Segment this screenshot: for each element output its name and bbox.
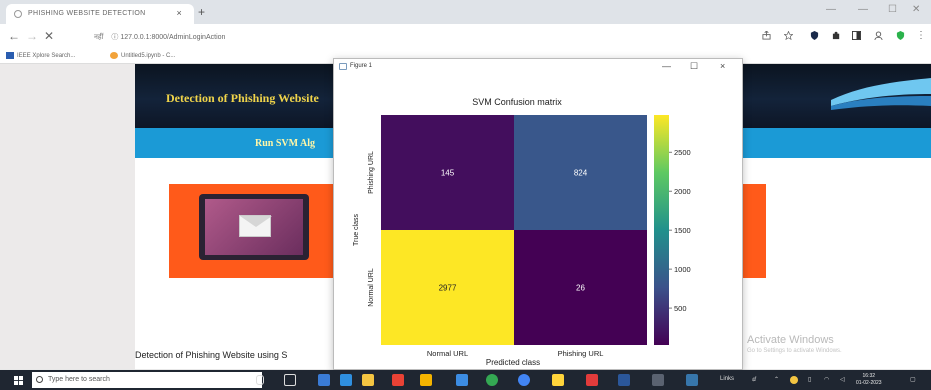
menu-dots-icon[interactable]: ⋮ xyxy=(916,30,926,41)
browser-tab-strip: PHISHING WEBSITE DETECTION × + — — ☐ ✕ xyxy=(0,0,931,24)
app-icon[interactable] xyxy=(586,374,598,386)
wifi-icon[interactable]: ◠ xyxy=(824,376,829,383)
y-tick-label: Phishing URL xyxy=(368,151,375,194)
site-title: Detection of Phishing Website xyxy=(166,91,319,105)
maximize-window-icon[interactable]: ☐ xyxy=(888,4,897,15)
activate-windows-subtitle: Go to Settings to activate Windows. xyxy=(747,348,842,354)
notification-icon[interactable]: ▢ xyxy=(910,376,916,383)
shield-extension-icon[interactable] xyxy=(810,31,819,40)
app-icon[interactable] xyxy=(552,374,564,386)
edge-icon[interactable] xyxy=(340,374,352,386)
sidebar-icon[interactable] xyxy=(852,31,861,40)
search-icon xyxy=(36,376,43,383)
colorbar-tick-label: 2000 xyxy=(674,187,691,196)
restore-window-icon[interactable]: — xyxy=(858,4,868,15)
chrome-icon[interactable] xyxy=(486,374,498,386)
banner-swoosh-graphic xyxy=(831,78,931,110)
chrome-icon[interactable] xyxy=(518,374,530,386)
colorbar-tick-label: 2500 xyxy=(674,148,691,157)
browser-tab[interactable]: PHISHING WEBSITE DETECTION × xyxy=(6,4,194,24)
bookmark-label: IEEE Xplore Search... xyxy=(17,53,76,60)
hero-image-edge xyxy=(742,184,766,278)
windows-start-icon[interactable] xyxy=(14,376,23,385)
bookmark-star-icon[interactable] xyxy=(784,31,793,40)
clock-time: 16:32 xyxy=(862,373,876,379)
page-footer-text: Detection of Phishing Website using S xyxy=(135,350,288,360)
info-icon: ⓘ xyxy=(111,34,121,41)
app-icon[interactable] xyxy=(618,374,630,386)
windows-taskbar: Type here to search Links ⅆ ⌃ ▯ ◠ ◁ 16:3… xyxy=(0,370,931,390)
bookmark-ieee[interactable]: IEEE Xplore Search... xyxy=(6,52,75,59)
stop-icon[interactable]: ✕ xyxy=(44,29,54,43)
run-svm-link[interactable]: Run SVM Alg xyxy=(255,138,315,149)
tab-title: PHISHING WEBSITE DETECTION xyxy=(28,10,146,17)
tab-close-icon[interactable]: × xyxy=(176,8,182,18)
bookmark-colab[interactable]: Untitled5.ipynb - C... xyxy=(110,52,175,59)
cell-value-label: 145 xyxy=(441,169,455,178)
system-clock[interactable]: 16:32 01-02-2023 xyxy=(856,373,882,387)
python-icon[interactable] xyxy=(686,374,698,386)
colorbar xyxy=(654,115,669,345)
site-info-chip[interactable]: नहीं xyxy=(94,34,103,41)
app-icon[interactable] xyxy=(652,374,664,386)
cell-value-label: 26 xyxy=(576,284,585,293)
ieee-icon xyxy=(6,52,14,59)
task-view-icon[interactable] xyxy=(284,374,296,386)
x-tick-label: Normal URL xyxy=(427,349,468,358)
clock-date: 01-02-2023 xyxy=(856,380,882,386)
x-tick-label: Phishing URL xyxy=(558,349,604,358)
address-bar[interactable]: नहीं ⓘ 127.0.0.1:8000/AdminLoginAction xyxy=(94,28,734,44)
laptop-screen xyxy=(205,199,303,255)
new-tab-button[interactable]: + xyxy=(198,5,205,19)
screen: PHISHING WEBSITE DETECTION × + — — ☐ ✕ ←… xyxy=(0,0,931,390)
colorbar-tick-label: 500 xyxy=(674,304,687,313)
close-window-icon[interactable]: ✕ xyxy=(912,4,920,15)
network-icon[interactable]: ▯ xyxy=(808,376,811,383)
cell-value-label: 824 xyxy=(574,169,588,178)
y-tick-label: Normal URL xyxy=(368,268,375,307)
laptop-illustration xyxy=(199,194,309,260)
app-icon[interactable] xyxy=(318,374,330,386)
cell-value-label: 2977 xyxy=(439,284,457,293)
profile-icon[interactable] xyxy=(874,31,883,40)
y-axis-label: True class xyxy=(353,213,360,246)
colorbar-tick-label: 1000 xyxy=(674,265,691,274)
vpn-shield-icon[interactable] xyxy=(896,31,905,40)
colab-icon xyxy=(110,52,118,59)
app-icon[interactable] xyxy=(420,374,432,386)
chevron-up-icon[interactable]: ⌃ xyxy=(774,376,779,383)
confusion-matrix-chart: 145 824 2977 26 Normal URL Phishing URL Phishi… xyxy=(353,115,691,367)
x-axis-label: Predicted class xyxy=(486,358,540,367)
weather-icon[interactable] xyxy=(790,376,798,384)
people-icon[interactable]: ⅆ xyxy=(752,376,756,383)
figure-window[interactable]: Figure 1 — ☐ × SVM Confusion matrix 145 8… xyxy=(333,58,743,370)
browser-toolbar: ← → ✕ नहीं ⓘ 127.0.0.1:8000/AdminLoginAc… xyxy=(0,24,931,48)
forward-icon[interactable]: → xyxy=(26,29,38,43)
bookmark-label: Untitled5.ipynb - C... xyxy=(121,53,176,60)
tray-links[interactable]: Links xyxy=(720,376,734,382)
envelope-icon xyxy=(239,215,272,237)
url-text: 127.0.0.1:8000/AdminLoginAction xyxy=(120,34,226,41)
activate-windows-title: Activate Windows xyxy=(747,334,834,346)
minimize-window-icon[interactable]: — xyxy=(826,4,836,15)
app-icon[interactable] xyxy=(456,374,468,386)
puzzle-extension-icon[interactable] xyxy=(832,31,841,40)
taskbar-search-box[interactable]: Type here to search xyxy=(32,372,262,388)
back-icon[interactable]: ← xyxy=(8,29,20,43)
globe-icon xyxy=(14,10,22,18)
hero-image xyxy=(169,184,339,278)
volume-icon[interactable]: ◁ xyxy=(840,376,845,383)
share-icon[interactable] xyxy=(762,31,771,40)
search-placeholder: Type here to search xyxy=(48,376,110,383)
app-icon[interactable] xyxy=(392,374,404,386)
file-explorer-icon[interactable] xyxy=(362,374,374,386)
microphone-icon[interactable] xyxy=(256,375,264,385)
colorbar-tick-label: 1500 xyxy=(674,226,691,235)
